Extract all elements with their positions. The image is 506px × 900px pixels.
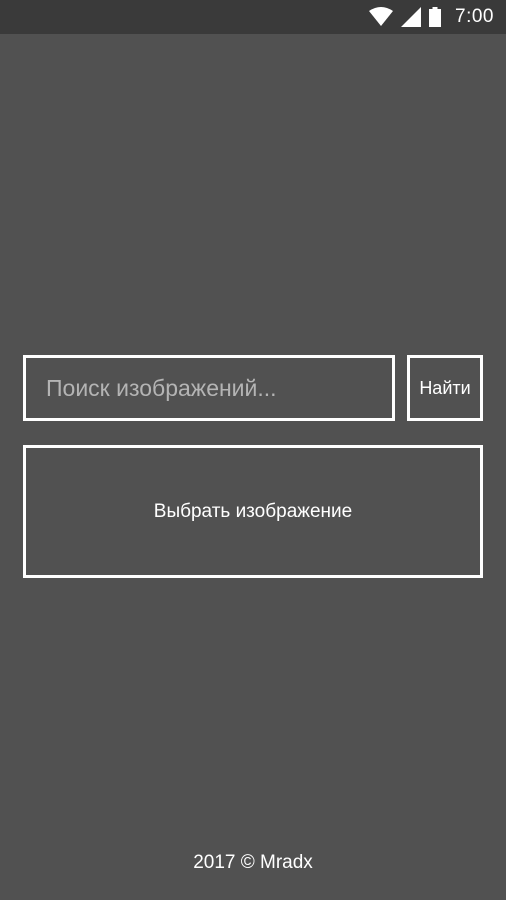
status-icons: 7:00 — [369, 0, 494, 34]
wifi-icon — [369, 7, 394, 27]
signal-icon — [401, 7, 422, 27]
search-input[interactable] — [23, 355, 395, 421]
status-bar: 7:00 — [0, 0, 506, 34]
search-button[interactable]: Найти — [407, 355, 483, 421]
status-time: 7:00 — [455, 6, 494, 27]
footer-copyright: 2017 © Mradx — [193, 852, 313, 873]
app-screen: 7:00 Найти Выбрать изображение 2017 © Mr… — [0, 0, 506, 900]
battery-icon — [429, 7, 442, 27]
pick-image-button[interactable]: Выбрать изображение — [23, 445, 483, 578]
